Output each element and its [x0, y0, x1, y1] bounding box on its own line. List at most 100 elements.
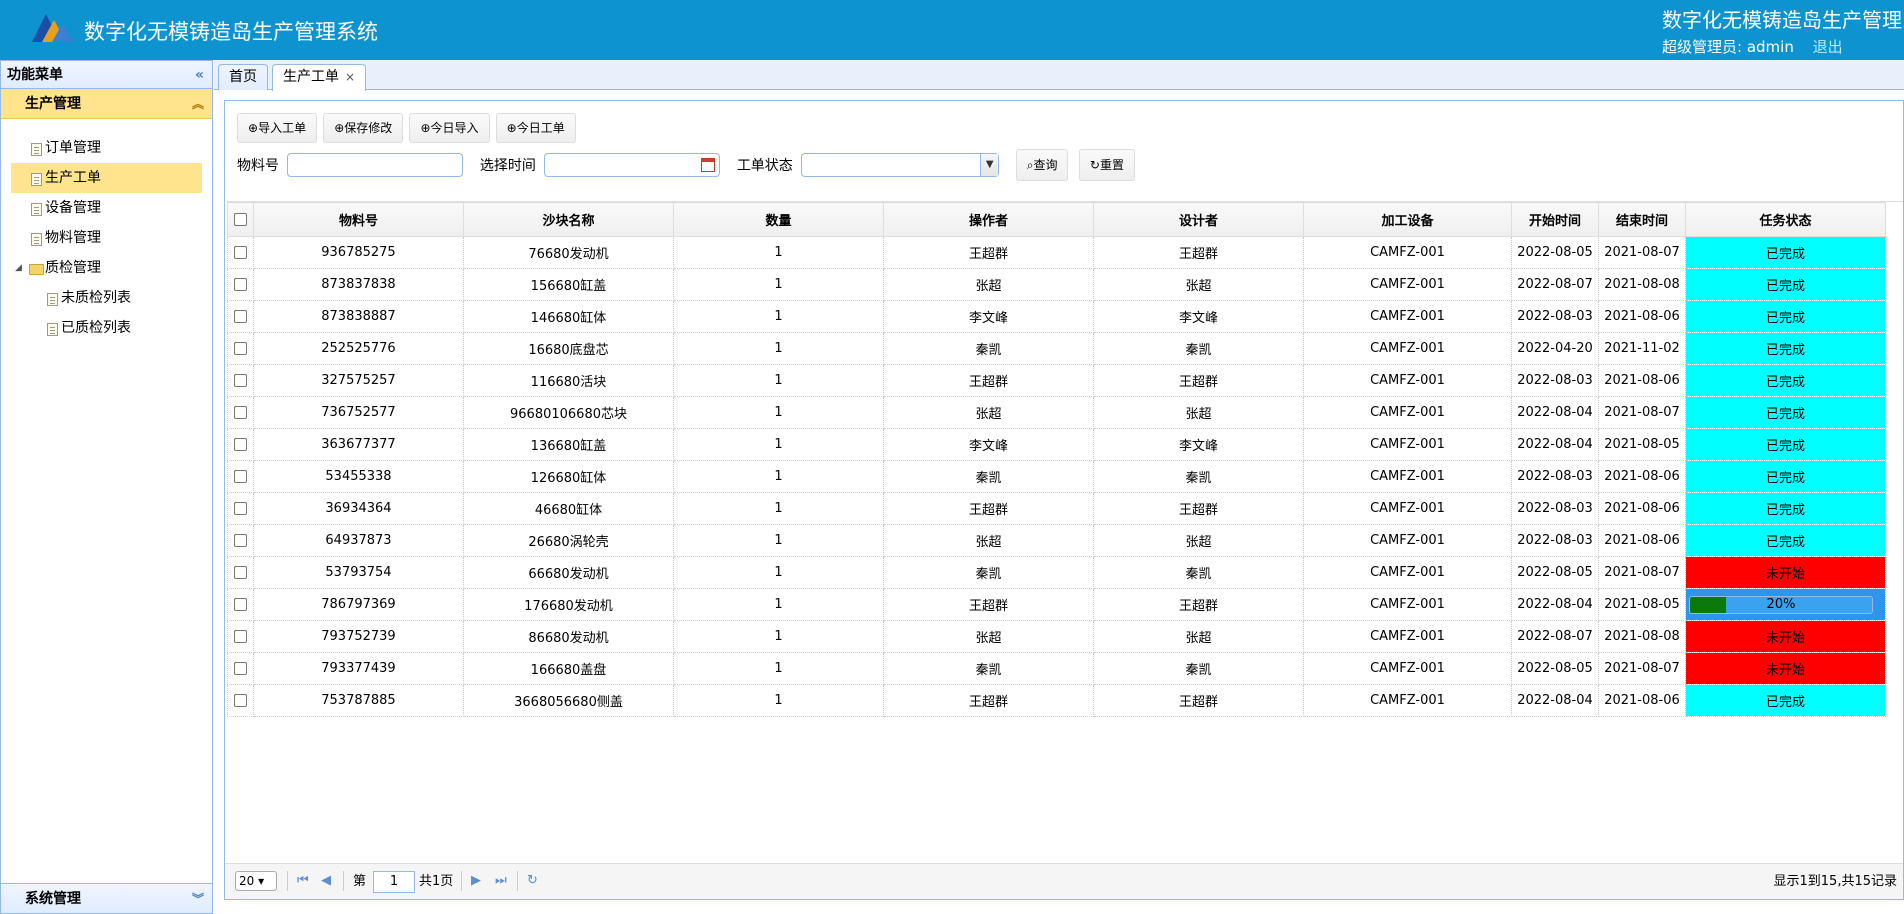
table-cell: 秦凯	[883, 652, 1094, 685]
table-cell: 2022-08-07	[1511, 268, 1599, 301]
table-row[interactable]: 64937873 26680涡轮壳 1 张超 张超 CAMFZ-001 2022-08-03…	[227, 524, 1886, 557]
row-checkbox[interactable]	[234, 534, 247, 547]
next-page-icon[interactable]: ▶	[471, 871, 481, 891]
status-cell: 20%	[1685, 588, 1886, 621]
page-size-select[interactable]: 20 ▾	[235, 871, 277, 891]
pagination-bar: 20 ▾ ⏮ ◀ 第 1 共1页 ▶ ⏭ ↻ 显示1到15,共15记录	[225, 863, 1903, 899]
status-select[interactable]: ▼	[801, 153, 1000, 177]
row-checkbox[interactable]	[234, 278, 247, 291]
table-row[interactable]: 936785275 76680发动机 1 王超群 王超群 CAMFZ-001 2022-08…	[227, 236, 1886, 269]
reset-button[interactable]: ↻重置	[1078, 149, 1135, 181]
sidebar-item-orders[interactable]: 订单管理	[1, 133, 212, 163]
row-checkbox[interactable]	[234, 310, 247, 323]
table-row[interactable]: 786797369 176680发动机 1 王超群 王超群 CAMFZ-001 2022-0…	[227, 588, 1886, 621]
table-cell: 2022-08-03	[1511, 300, 1599, 333]
sidebar-item-label: 物料管理	[45, 230, 101, 246]
today-import-button[interactable]: ⊕今日导入	[409, 113, 490, 143]
table-row[interactable]: 252525776 16680底盘芯 1 秦凯 秦凯 CAMFZ-001 2022-04-2…	[227, 332, 1886, 365]
table-cell: 2021-08-07	[1598, 652, 1686, 685]
row-checkbox[interactable]	[234, 662, 247, 675]
tab-home[interactable]: 首页	[218, 64, 268, 90]
collapse-sidebar-icon[interactable]: «	[195, 61, 204, 89]
button-label: 导入工单	[258, 121, 307, 135]
select-all-checkbox[interactable]	[234, 213, 247, 226]
column-header[interactable]: 任务状态	[1685, 202, 1886, 237]
column-header[interactable]: 数量	[673, 202, 884, 237]
sidebar-item-materials[interactable]: 物料管理	[1, 223, 212, 253]
row-checkbox[interactable]	[234, 470, 247, 483]
save-button[interactable]: ⊕保存修改	[323, 113, 404, 143]
column-header[interactable]: 沙块名称	[463, 202, 674, 237]
table-cell: 96680106680芯块	[463, 396, 674, 429]
column-header[interactable]: 物料号	[253, 202, 464, 237]
material-label: 物料号	[237, 158, 279, 174]
prev-page-icon[interactable]: ◀	[321, 871, 331, 891]
sidebar-item-unchecked[interactable]: 未质检列表	[1, 283, 212, 313]
column-header[interactable]: 设计者	[1093, 202, 1304, 237]
table-row[interactable]: 873837838 156680缸盖 1 张超 张超 CAMFZ-001 2022-08-0…	[227, 268, 1886, 301]
row-checkbox[interactable]	[234, 342, 247, 355]
import-button[interactable]: ⊕导入工单	[237, 113, 318, 143]
sidebar-item-work-orders[interactable]: 生产工单	[11, 163, 202, 193]
table-row[interactable]: 327575257 116680活块 1 王超群 王超群 CAMFZ-001 2022-08…	[227, 364, 1886, 397]
sidebar-group-system[interactable]: 系统管理 ︾	[1, 883, 212, 913]
table-cell: 李文峰	[1093, 300, 1304, 333]
refresh-icon[interactable]: ↻	[527, 871, 538, 891]
row-checkbox[interactable]	[234, 438, 247, 451]
sidebar-item-equipment[interactable]: 设备管理	[1, 193, 212, 223]
row-checkbox[interactable]	[234, 566, 247, 579]
chevron-down-icon[interactable]: ▼	[980, 154, 999, 176]
table-row[interactable]: 53793754 66680发动机 1 秦凯 秦凯 CAMFZ-001 2022-08-05…	[227, 556, 1886, 589]
row-checkbox[interactable]	[234, 630, 247, 643]
table-cell: CAMFZ-001	[1303, 620, 1512, 653]
today-orders-button[interactable]: ⊕今日工单	[495, 113, 576, 143]
time-input[interactable]	[544, 153, 721, 177]
status-cell: 已完成	[1685, 492, 1886, 525]
sidebar-item-quality[interactable]: ◢ 质检管理	[1, 253, 212, 283]
row-checkbox[interactable]	[234, 694, 247, 707]
sidebar-group-production[interactable]: 生产管理 ︽	[1, 89, 212, 119]
close-tab-icon[interactable]: ×	[345, 70, 355, 84]
column-header[interactable]: 结束时间	[1598, 202, 1686, 237]
document-icon	[47, 323, 58, 336]
row-checkbox[interactable]	[234, 406, 247, 419]
first-page-icon[interactable]: ⏮	[297, 871, 309, 891]
logout-link[interactable]: 退出	[1813, 38, 1843, 56]
tree-expand-icon[interactable]: ◢	[15, 253, 22, 283]
table-cell: 793752739	[253, 620, 464, 653]
row-checkbox[interactable]	[234, 598, 247, 611]
status-cell: 已完成	[1685, 364, 1886, 397]
table-row[interactable]: 36934364 46680缸体 1 王超群 王超群 CAMFZ-001 2022-08-0…	[227, 492, 1886, 525]
table-cell: 2022-08-05	[1511, 652, 1599, 685]
table-row[interactable]: 873838887 146680缸体 1 李文峰 李文峰 CAMFZ-001 2022-08…	[227, 300, 1886, 333]
table-row[interactable]: 53455338 126680缸体 1 秦凯 秦凯 CAMFZ-001 2022-08-03…	[227, 460, 1886, 493]
query-button[interactable]: ⌕查询	[1015, 149, 1069, 181]
search-row: 物料号 选择时间 工单状态 ▼ ⌕查询 ↻重置	[237, 149, 1141, 183]
table-row[interactable]: 736752577 96680106680芯块 1 张超 张超 CAMFZ-001 2022…	[227, 396, 1886, 429]
table-row[interactable]: 753787885 3668056680侧盖 1 王超群 王超群 CAMFZ-001 202…	[227, 684, 1886, 717]
column-header[interactable]: 操作者	[883, 202, 1094, 237]
column-header[interactable]: 开始时间	[1511, 202, 1599, 237]
status-cell: 已完成	[1685, 236, 1886, 269]
sidebar-item-checked[interactable]: 已质检列表	[1, 313, 212, 343]
row-checkbox[interactable]	[234, 246, 247, 259]
row-select-cell	[227, 556, 254, 589]
row-checkbox[interactable]	[234, 502, 247, 515]
column-header[interactable]: 加工设备	[1303, 202, 1512, 237]
table-row[interactable]: 363677377 136680缸盖 1 李文峰 李文峰 CAMFZ-001 2022-08…	[227, 428, 1886, 461]
table-cell: 1	[673, 396, 884, 429]
table-row[interactable]: 793377439 166680盖盘 1 秦凯 秦凯 CAMFZ-001 2022-08-0…	[227, 652, 1886, 685]
sidebar-item-label: 订单管理	[45, 140, 101, 156]
table-row[interactable]: 793752739 86680发动机 1 张超 张超 CAMFZ-001 2022-08-0…	[227, 620, 1886, 653]
table-cell: 166680盖盘	[463, 652, 674, 685]
sidebar-item-label: 已质检列表	[61, 320, 131, 336]
tab-work-orders[interactable]: 生产工单 ×	[272, 64, 367, 91]
document-icon	[31, 203, 42, 216]
material-input[interactable]	[287, 153, 464, 177]
app-title: 数字化无模铸造岛生产管理系统	[84, 20, 378, 44]
calendar-icon[interactable]	[701, 158, 716, 172]
row-checkbox[interactable]	[234, 374, 247, 387]
button-label: 保存修改	[344, 121, 393, 135]
page-number-input[interactable]: 1	[373, 871, 415, 893]
last-page-icon[interactable]: ⏭	[495, 871, 507, 891]
